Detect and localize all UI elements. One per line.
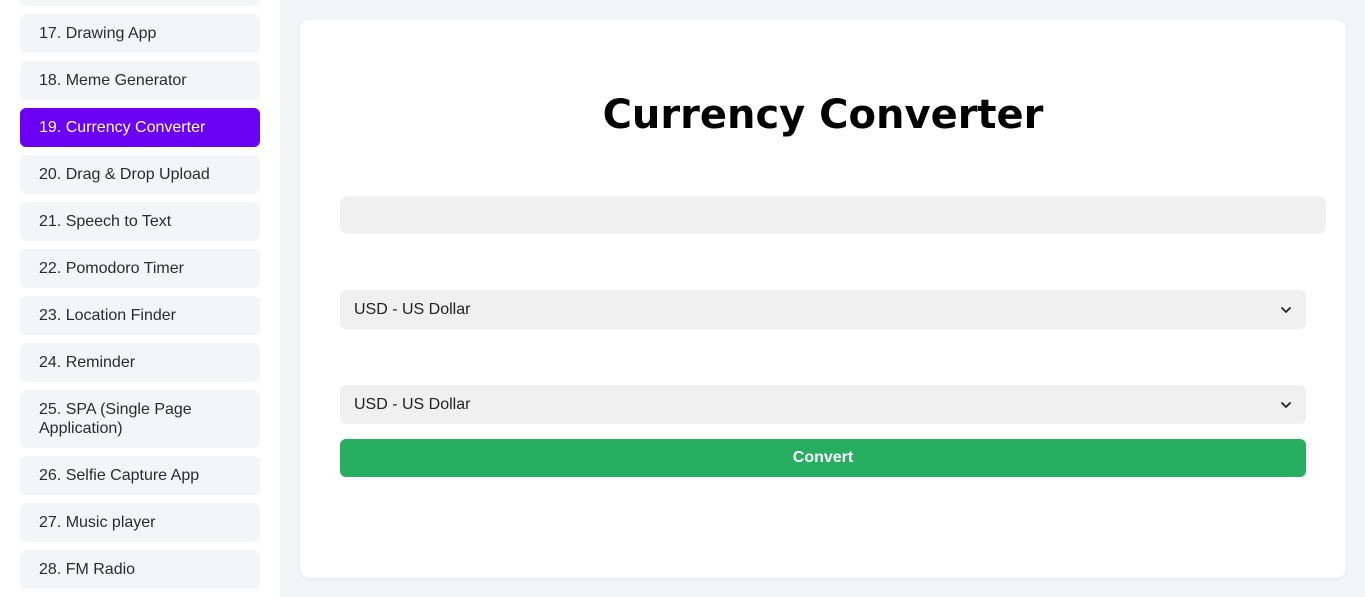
sidebar-item-pomodoro-timer[interactable]: 22. Pomodoro Timer xyxy=(20,249,260,288)
sidebar-item-drawing-app[interactable]: 17. Drawing App xyxy=(20,14,260,53)
sidebar-item-meme-generator[interactable]: 18. Meme Generator xyxy=(20,61,260,100)
sidebar-item-label: 19. Currency Converter xyxy=(39,119,206,136)
to-currency-select[interactable]: USD - US Dollar xyxy=(340,385,1306,424)
convert-button[interactable]: Convert xyxy=(340,439,1306,477)
sidebar-item-label: 25. SPA (Single Page Application) xyxy=(39,401,192,437)
sidebar: 17. Drawing App 18. Meme Generator 19. C… xyxy=(0,0,280,597)
sidebar-item-label: 24. Reminder xyxy=(39,354,136,371)
sidebar-item-reminder[interactable]: 24. Reminder xyxy=(20,343,260,382)
to-currency-value: USD - US Dollar xyxy=(354,395,471,413)
sidebar-item-label: 26. Selfie Capture App xyxy=(39,467,200,484)
page-title: Currency Converter xyxy=(602,92,1044,138)
sidebar-item-label: 17. Drawing App xyxy=(39,25,157,42)
sidebar-item-spa[interactable]: 25. SPA (Single Page Application) xyxy=(20,390,260,448)
sidebar-item-selfie-capture-app[interactable]: 26. Selfie Capture App xyxy=(20,456,260,495)
convert-button-label: Convert xyxy=(792,449,854,466)
chevron-down-icon xyxy=(1281,306,1291,313)
from-currency-select[interactable]: USD - US Dollar xyxy=(340,290,1306,329)
sidebar-item-label: 18. Meme Generator xyxy=(39,72,187,89)
sidebar-item-previous[interactable] xyxy=(20,0,260,6)
sidebar-item-fm-radio[interactable]: 28. FM Radio xyxy=(20,550,260,589)
sidebar-item-music-player[interactable]: 27. Music player xyxy=(20,503,260,542)
sidebar-item-label: 21. Speech to Text xyxy=(39,213,172,230)
sidebar-item-label: 22. Pomodoro Timer xyxy=(39,260,184,277)
sidebar-item-speech-to-text[interactable]: 21. Speech to Text xyxy=(20,202,260,241)
sidebar-item-location-finder[interactable]: 23. Location Finder xyxy=(20,296,260,335)
chevron-down-icon xyxy=(1281,401,1291,408)
sidebar-item-label: 23. Location Finder xyxy=(39,307,176,324)
sidebar-item-drag-drop-upload[interactable]: 20. Drag & Drop Upload xyxy=(20,155,260,194)
sidebar-item-label: 20. Drag & Drop Upload xyxy=(39,166,210,183)
from-currency-value: USD - US Dollar xyxy=(354,300,471,318)
amount-input[interactable] xyxy=(340,196,1326,234)
sidebar-item-currency-converter[interactable]: 19. Currency Converter xyxy=(20,108,260,147)
converter-card: Currency Converter USD - US Dollar USD -… xyxy=(300,20,1346,578)
sidebar-item-label: 28. FM Radio xyxy=(39,561,136,578)
sidebar-item-label: 27. Music player xyxy=(39,514,156,531)
